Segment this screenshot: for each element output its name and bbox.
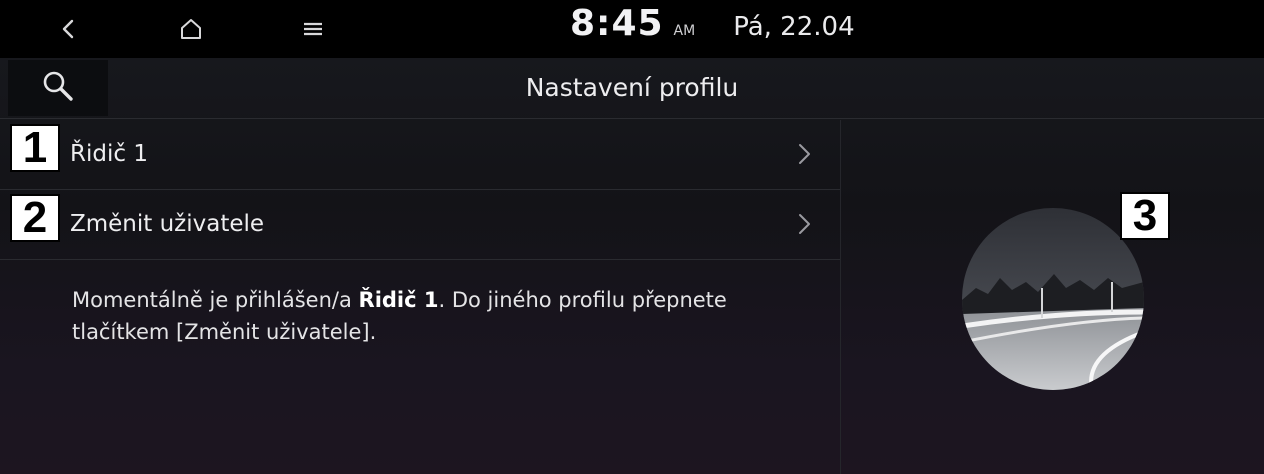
menu-item-label: Řidič 1 (70, 141, 148, 167)
menu-item-label: Změnit uživatele (70, 211, 265, 237)
clock-ampm: AM (673, 23, 696, 39)
menu-divider (0, 259, 840, 260)
profile-image (962, 208, 1144, 390)
info-text: Momentálně je přihlášen/a Řidič 1. Do ji… (72, 284, 792, 348)
info-text-driver: Řidič 1 (358, 288, 439, 312)
info-text-part1: Momentálně je přihlášen/a (72, 288, 359, 312)
profile-settings-screen: Nastavení profilu Řidič 1 Změnit uživate… (0, 58, 1264, 474)
search-button[interactable] (8, 60, 108, 116)
callout-badge-2: 2 (10, 194, 60, 242)
header-divider (0, 118, 1264, 119)
callout-badge-1: 1 (10, 124, 60, 172)
home-icon[interactable] (169, 8, 213, 50)
clock: 8:45 AM Pá, 22.04 (570, 3, 855, 53)
back-icon[interactable] (46, 8, 90, 50)
chevron-right-icon (796, 142, 814, 166)
page-title: Nastavení profilu (525, 73, 739, 102)
clock-time: 8:45 (570, 3, 664, 44)
panel-divider (840, 120, 841, 474)
callout-badge-3: 3 (1120, 192, 1170, 240)
search-icon (40, 68, 76, 108)
menu-item-change-user[interactable]: Změnit uživatele (0, 190, 840, 258)
clock-date: Pá, 22.04 (733, 12, 855, 42)
menu-item-driver-1[interactable]: Řidič 1 (0, 120, 840, 188)
menu-icon[interactable] (291, 8, 335, 50)
chevron-right-icon (796, 212, 814, 236)
status-bar: 8:45 AM Pá, 22.04 (0, 0, 1264, 58)
